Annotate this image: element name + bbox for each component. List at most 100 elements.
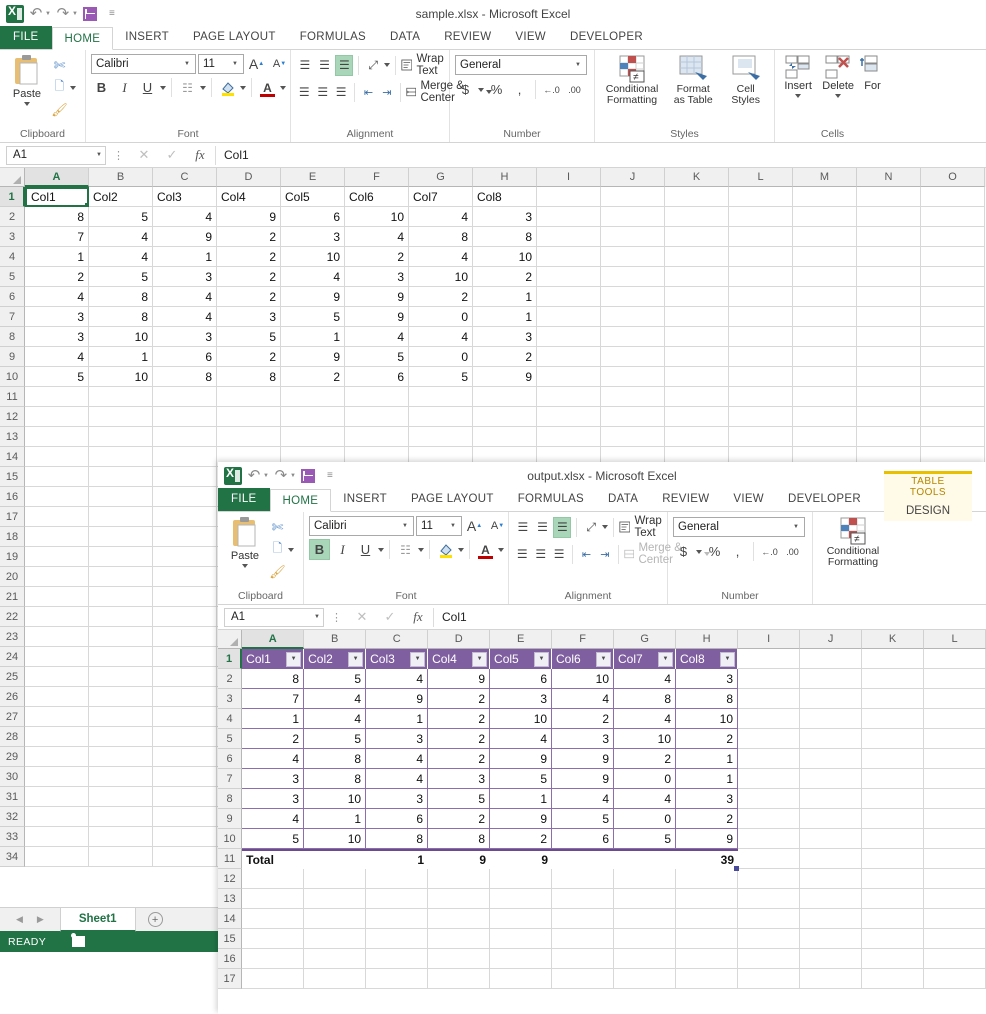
filter-dropdown-icon-Col4[interactable]: ▼ — [472, 651, 488, 667]
column-header-E[interactable]: E — [281, 168, 345, 187]
cell-A15[interactable] — [242, 929, 305, 949]
align-top-icon[interactable]: ☰ — [514, 517, 532, 538]
grid-row[interactable]: 2 8 5 4 9 6 10 4 3 — [0, 207, 986, 227]
cell-A15[interactable] — [25, 467, 89, 487]
cell-G6[interactable]: 2 — [409, 287, 473, 307]
tab-formulas[interactable]: FORMULAS — [288, 26, 378, 49]
format-cells-button[interactable]: For — [860, 53, 885, 93]
cell-F15[interactable] — [552, 929, 615, 949]
cell-C4[interactable]: 1 — [153, 247, 217, 267]
row-header-3[interactable]: 3 — [0, 227, 25, 247]
borders-icon[interactable]: ☷ — [395, 539, 416, 560]
cell-L8[interactable] — [923, 789, 986, 809]
align-right-icon[interactable]: ☰ — [333, 82, 349, 103]
cell-O13[interactable] — [921, 427, 985, 447]
cell-B6[interactable]: 8 — [304, 749, 367, 769]
align-left-icon[interactable]: ☰ — [514, 544, 530, 565]
cell-A31[interactable] — [25, 787, 89, 807]
row-header-18[interactable]: 18 — [0, 527, 25, 547]
cell-F12[interactable] — [345, 407, 409, 427]
cell-K9[interactable] — [861, 809, 924, 829]
cell-J11[interactable] — [800, 849, 863, 869]
row-header-23[interactable]: 23 — [0, 627, 25, 647]
cell-K12[interactable] — [861, 869, 924, 889]
cell-B15[interactable] — [304, 929, 367, 949]
cell-F4[interactable]: 2 — [552, 709, 615, 729]
cell-G10[interactable]: 5 — [614, 829, 677, 849]
cell-B9[interactable]: 1 — [89, 347, 153, 367]
filter-dropdown-icon-Col2[interactable]: ▼ — [348, 651, 364, 667]
cell-D12[interactable] — [217, 407, 281, 427]
cell-J5[interactable] — [799, 729, 862, 749]
cell-L7[interactable] — [729, 307, 793, 327]
cancel-icon[interactable]: ✕ — [131, 147, 157, 163]
percent-style-icon[interactable]: % — [486, 79, 507, 100]
font-color-icon[interactable]: A — [475, 539, 496, 560]
cell-D15[interactable] — [428, 929, 491, 949]
cell-F11[interactable] — [552, 849, 615, 869]
cell-L4[interactable] — [923, 709, 986, 729]
cell-D11[interactable]: 9 — [428, 849, 491, 869]
table-resize-handle[interactable] — [734, 866, 740, 871]
cell-C2[interactable]: 4 — [153, 207, 217, 227]
cell-A21[interactable] — [25, 587, 89, 607]
cell-D3[interactable]: 2 — [428, 689, 491, 709]
grid-row[interactable]: 10 5 10 8 8 2 6 5 9 — [0, 367, 986, 387]
cell-B9[interactable]: 1 — [304, 809, 367, 829]
cell-C5[interactable]: 3 — [153, 267, 217, 287]
cell-I8[interactable] — [738, 789, 800, 809]
column-header-D[interactable]: D — [428, 630, 491, 649]
cell-C3[interactable]: 9 — [366, 689, 429, 709]
cell-B33[interactable] — [89, 827, 153, 847]
cell-H1[interactable]: Col8 ▼ — [675, 649, 738, 669]
cell-E14[interactable] — [490, 909, 553, 929]
column-header-L[interactable]: L — [729, 168, 793, 187]
cell-E11[interactable] — [281, 387, 345, 407]
copy-dropdown-icon[interactable] — [288, 547, 294, 552]
cell-L5[interactable] — [729, 267, 793, 287]
cell-E1[interactable]: Col5 — [281, 187, 345, 207]
cell-J9[interactable] — [799, 809, 862, 829]
grid-row[interactable]: 941629502 — [218, 809, 986, 829]
cell-M8[interactable] — [793, 327, 857, 347]
cell-C4[interactable]: 1 — [366, 709, 429, 729]
cell-B13[interactable] — [89, 427, 153, 447]
cell-J1[interactable] — [799, 649, 862, 669]
row-header-6[interactable]: 6 — [218, 749, 243, 769]
cell-G2[interactable]: 4 — [614, 669, 677, 689]
cell-A34[interactable] — [25, 847, 89, 867]
cell-I15[interactable] — [738, 929, 800, 949]
cell-J11[interactable] — [601, 387, 665, 407]
tab-home[interactable]: HOME — [269, 489, 332, 512]
cell-E2[interactable]: 6 — [281, 207, 345, 227]
cell-M9[interactable] — [793, 347, 857, 367]
cell-F6[interactable]: 9 — [552, 749, 615, 769]
contextual-tab-table-tools[interactable]: TABLE TOOLS DESIGN — [884, 471, 972, 521]
orientation-icon[interactable]: ⤢ — [364, 55, 382, 76]
cell-C6[interactable]: 4 — [153, 287, 217, 307]
row-header-15[interactable]: 15 — [218, 929, 243, 949]
cell-L13[interactable] — [729, 427, 793, 447]
sheet-tab-sheet1[interactable]: Sheet1 — [59, 907, 136, 932]
cell-O2[interactable] — [921, 207, 985, 227]
cell-F7[interactable]: 9 — [552, 769, 615, 789]
grid-row[interactable]: 16 — [218, 949, 986, 969]
comma-style-icon[interactable]: , — [509, 79, 530, 100]
cell-H17[interactable] — [676, 969, 738, 989]
cell-K9[interactable] — [665, 347, 729, 367]
cell-L2[interactable] — [923, 669, 986, 689]
cell-C32[interactable] — [153, 807, 217, 827]
cell-C16[interactable] — [153, 487, 217, 507]
delete-cells-button[interactable]: Delete — [818, 53, 858, 99]
orientation-dropdown-icon[interactable] — [601, 525, 608, 529]
cell-B2[interactable]: 5 — [89, 207, 153, 227]
cell-L10[interactable] — [729, 367, 793, 387]
tab-review[interactable]: REVIEW — [432, 26, 503, 49]
row-header-21[interactable]: 21 — [0, 587, 25, 607]
increase-decimal-icon[interactable]: ←.0 — [541, 79, 562, 100]
grid-row[interactable]: 374923488 — [0, 227, 986, 247]
align-bottom-icon[interactable]: ☰ — [335, 54, 354, 76]
row-header-30[interactable]: 30 — [0, 767, 25, 787]
cell-H7[interactable]: 1 — [473, 307, 537, 327]
tab-data[interactable]: DATA — [378, 26, 432, 49]
